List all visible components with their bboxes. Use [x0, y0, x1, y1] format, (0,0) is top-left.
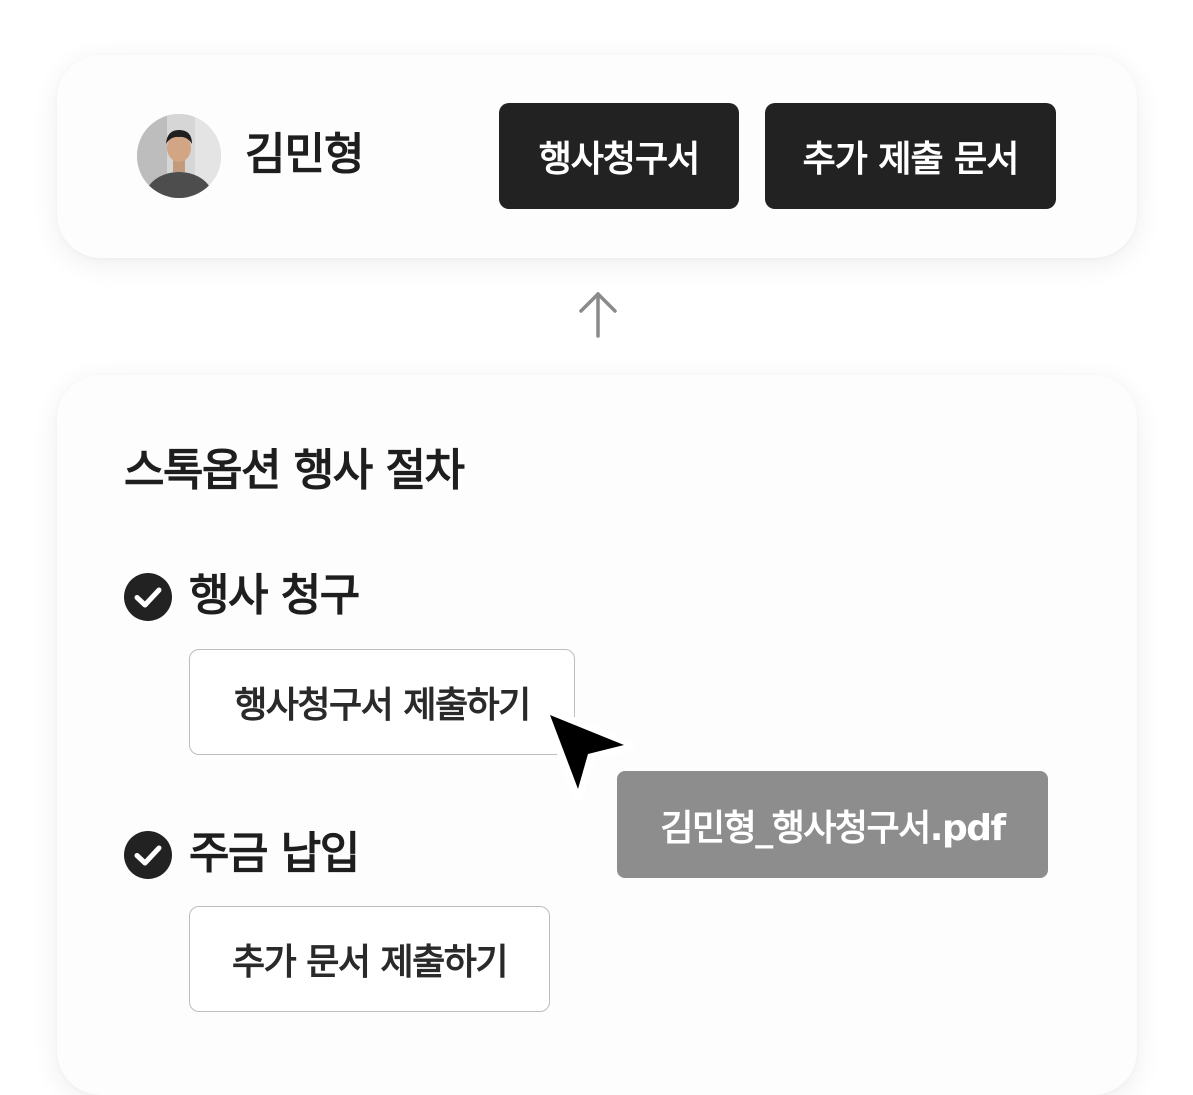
- procedure-title: 스톡옵션 행사 절차: [124, 445, 465, 496]
- user-card: 김민형 행사청구서 추가 제출 문서: [57, 55, 1137, 258]
- additional-documents-button[interactable]: 추가 제출 문서: [765, 103, 1056, 209]
- submit-claim-form-button[interactable]: 행사청구서 제출하기: [189, 649, 575, 755]
- claim-form-button[interactable]: 행사청구서: [499, 103, 739, 209]
- mouse-cursor-icon: [541, 706, 635, 800]
- avatar: [137, 114, 221, 198]
- user-name: 김민형: [245, 129, 364, 180]
- step-label-payment: 주금 납입: [189, 828, 360, 879]
- user-photo-icon: [137, 114, 221, 198]
- check-circle-icon: [124, 831, 172, 879]
- arrow-up-icon: [579, 292, 617, 338]
- check-circle-icon: [124, 573, 172, 621]
- dragged-file-chip[interactable]: 김민형_행사청구서.pdf: [617, 771, 1048, 878]
- submit-additional-documents-button[interactable]: 추가 문서 제출하기: [189, 906, 550, 1012]
- step-label-exercise-request: 행사 청구: [189, 570, 360, 621]
